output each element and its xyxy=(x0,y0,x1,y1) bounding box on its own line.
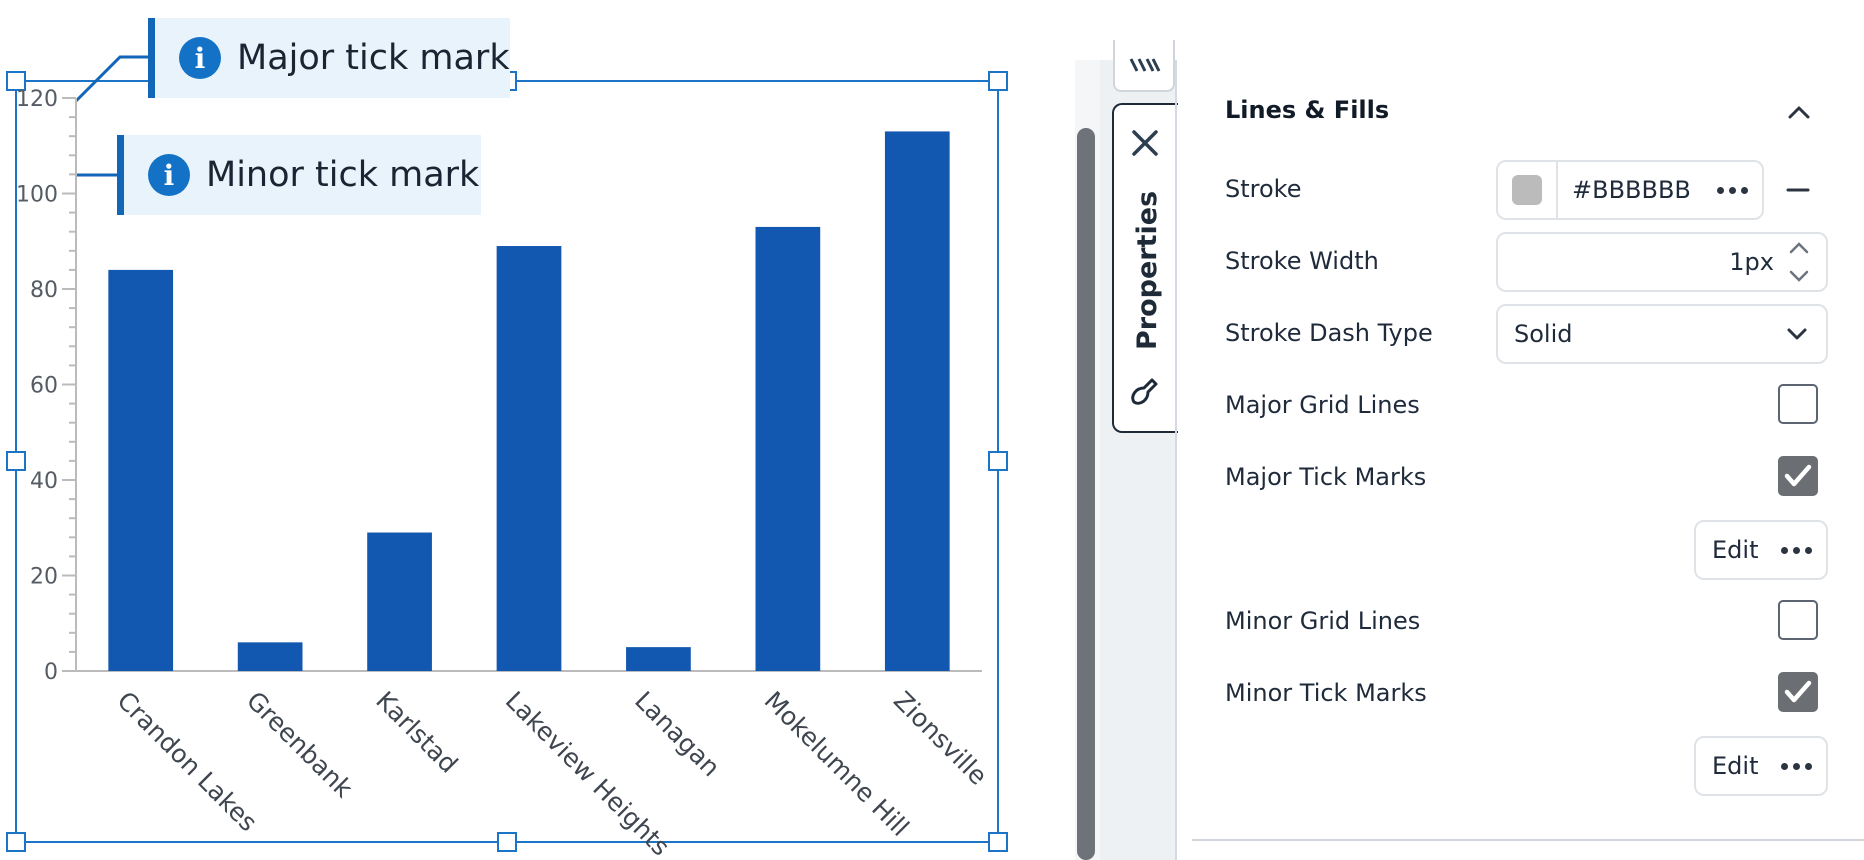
minor-tick-callout: i Minor tick mark xyxy=(117,135,481,215)
major-grid-lines-label: Major Grid Lines xyxy=(1225,391,1420,419)
stroke-dash-type-select[interactable]: Solid xyxy=(1496,304,1828,364)
minus-icon[interactable] xyxy=(1786,183,1810,197)
more-options-icon[interactable] xyxy=(1781,762,1812,770)
checkmark-icon xyxy=(1784,464,1812,487)
x-tick-label: Zionsville xyxy=(888,686,993,791)
bar[interactable] xyxy=(237,642,303,671)
major-tick-marks-label: Major Tick Marks xyxy=(1225,463,1427,491)
resize-handle[interactable] xyxy=(988,71,1008,91)
more-options-icon[interactable] xyxy=(1781,546,1812,554)
stroke-width-stepper[interactable]: 1px xyxy=(1496,232,1828,292)
resize-handle[interactable] xyxy=(988,451,1008,471)
section-title-lines-fills: Lines & Fills xyxy=(1225,96,1390,124)
y-tick-label: 80 xyxy=(30,278,58,303)
data-icon xyxy=(1129,58,1161,72)
panel-bottom-divider xyxy=(1192,839,1864,841)
major-tick-callout-text: Major tick mark xyxy=(237,38,510,78)
x-tick-label: Karlstad xyxy=(370,686,463,779)
stroke-dash-type-label: Stroke Dash Type xyxy=(1225,319,1433,347)
stroke-dash-type-value: Solid xyxy=(1514,320,1573,348)
major-tick-marks-edit-button[interactable]: Edit xyxy=(1694,520,1828,580)
bar[interactable] xyxy=(367,532,432,671)
bar[interactable] xyxy=(108,269,174,671)
y-tick-label: 60 xyxy=(30,374,58,399)
resize-handle[interactable] xyxy=(6,451,26,471)
brush-icon xyxy=(1131,378,1158,405)
stroke-color-swatch-cell[interactable] xyxy=(1498,162,1558,218)
checkmark-icon xyxy=(1784,680,1812,703)
bar[interactable] xyxy=(626,647,691,671)
stroke-color-value[interactable]: #BBBBBB xyxy=(1572,176,1717,204)
stroke-width-label: Stroke Width xyxy=(1225,247,1379,275)
bar[interactable] xyxy=(755,226,821,672)
x-tick-label: Greenbank xyxy=(241,686,359,804)
resize-handle[interactable] xyxy=(6,832,26,852)
major-grid-lines-checkbox[interactable] xyxy=(1778,384,1818,424)
info-icon: i xyxy=(148,154,190,196)
bar[interactable] xyxy=(884,131,950,672)
y-tick-label: 0 xyxy=(44,660,58,685)
minor-tick-callout-text: Minor tick mark xyxy=(206,155,480,195)
minor-grid-lines-checkbox[interactable] xyxy=(1778,600,1818,640)
scrollbar-thumb[interactable] xyxy=(1077,128,1095,860)
x-tick-label: Crandon Lakes xyxy=(111,686,262,837)
resize-handle[interactable] xyxy=(497,832,517,852)
info-icon: i xyxy=(179,37,221,79)
edit-label: Edit xyxy=(1712,536,1759,564)
minor-tick-marks-edit-button[interactable]: Edit xyxy=(1694,736,1828,796)
close-icon[interactable] xyxy=(1128,126,1162,160)
stroke-label: Stroke xyxy=(1225,175,1302,203)
panel-border xyxy=(1175,60,1177,860)
major-callout-leader xyxy=(74,55,150,103)
stroke-width-value[interactable]: 1px xyxy=(1729,248,1774,276)
data-tab[interactable] xyxy=(1113,40,1175,92)
minor-grid-lines-label: Minor Grid Lines xyxy=(1225,607,1421,635)
bar-chart[interactable]: 0 20 40 60 80 100 120 Crandon LakesGreenbank Ka… xyxy=(0,0,1064,860)
chevron-down-icon xyxy=(1787,328,1807,340)
more-options-icon[interactable] xyxy=(1717,186,1748,194)
resize-handle[interactable] xyxy=(988,832,1008,852)
x-tick-label: Lanagan xyxy=(629,686,725,782)
chevron-up-icon[interactable] xyxy=(1784,100,1814,124)
edit-label: Edit xyxy=(1712,752,1759,780)
major-tick-marks-checkbox[interactable] xyxy=(1778,456,1818,496)
y-tick-label: 100 xyxy=(16,183,58,208)
properties-tab-label: Properties xyxy=(1132,190,1163,350)
stepper-arrows-icon[interactable] xyxy=(1784,237,1814,287)
y-tick-label: 120 xyxy=(16,87,58,112)
bar[interactable] xyxy=(496,246,562,671)
y-tick-label: 40 xyxy=(30,469,58,494)
stroke-color-field[interactable]: #BBBBBB xyxy=(1496,160,1764,220)
major-tick-callout: i Major tick mark xyxy=(148,18,510,98)
minor-tick-marks-checkbox[interactable] xyxy=(1778,672,1818,712)
color-swatch[interactable] xyxy=(1512,175,1542,205)
y-tick-label: 20 xyxy=(30,565,58,590)
minor-tick-marks-label: Minor Tick Marks xyxy=(1225,679,1427,707)
